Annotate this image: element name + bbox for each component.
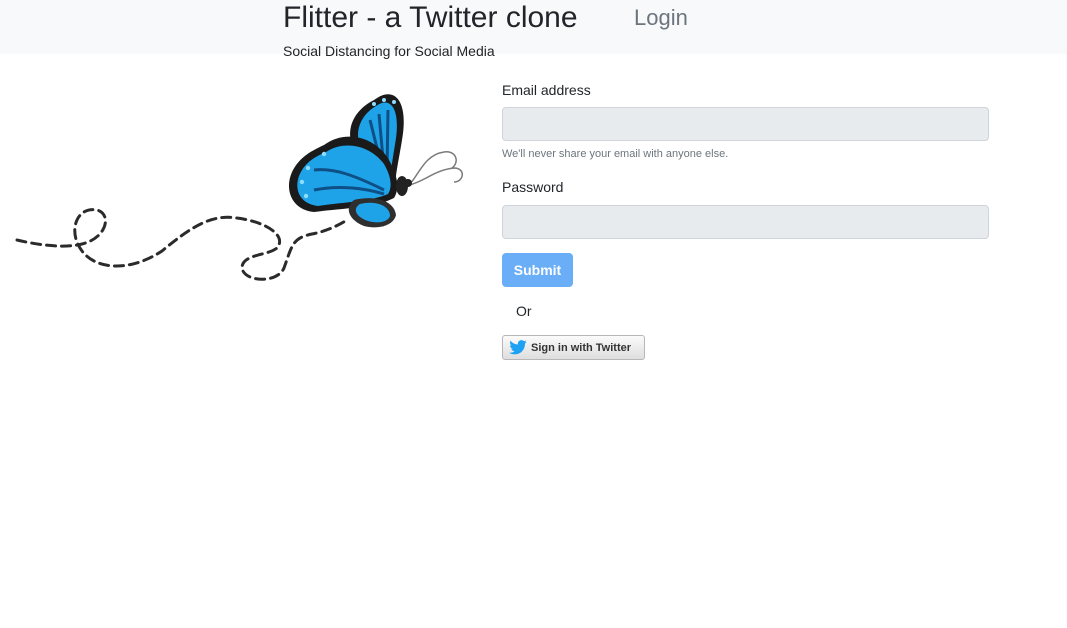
twitter-button-label: Sign in with Twitter (531, 341, 632, 354)
navbar: Flitter - a Twitter clone Login (0, 0, 1067, 54)
nav-login-link[interactable]: Login (634, 3, 688, 33)
password-field[interactable] (502, 205, 989, 239)
tagline: Social Distancing for Social Media (283, 43, 495, 59)
sign-in-with-twitter-button[interactable]: Sign in with Twitter (502, 335, 645, 360)
or-separator: Or (516, 303, 532, 319)
twitter-bird-icon (509, 339, 527, 354)
email-help-text: We'll never share your email with anyone… (502, 148, 729, 160)
brand-title[interactable]: Flitter - a Twitter clone (283, 0, 578, 36)
password-label: Password (502, 179, 564, 195)
butterfly-illustration (15, 94, 463, 281)
email-field[interactable] (502, 107, 989, 141)
submit-button[interactable]: Submit (502, 253, 573, 287)
butterfly-icon (288, 94, 463, 228)
dashed-flight-path (15, 208, 349, 281)
email-label: Email address (502, 82, 591, 98)
